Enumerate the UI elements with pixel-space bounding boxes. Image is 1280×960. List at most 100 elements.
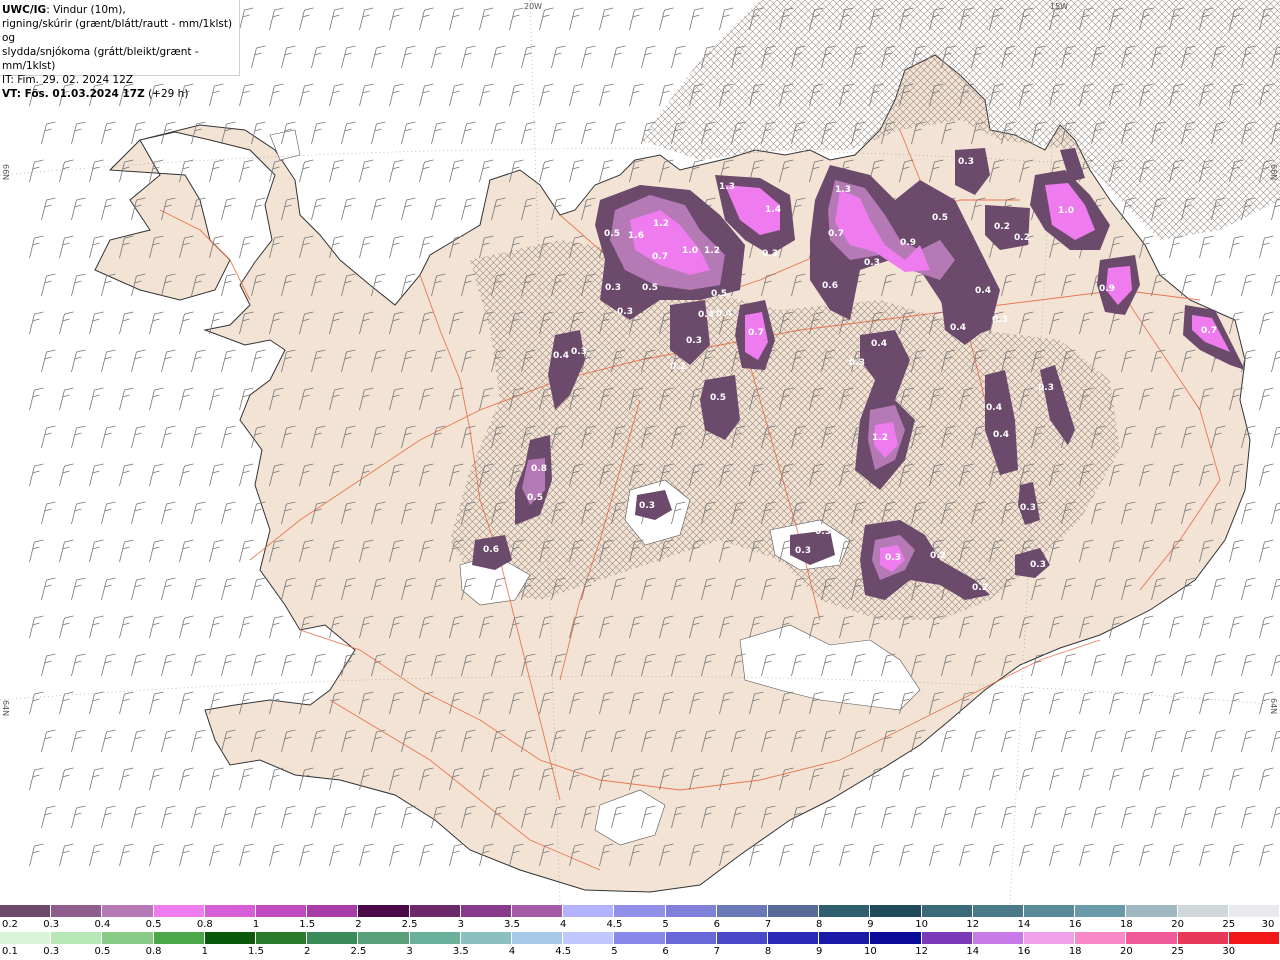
legend-label: 30 bbox=[1222, 946, 1236, 957]
precip-value-label: 0.4 bbox=[698, 310, 714, 320]
legend-swatch bbox=[153, 932, 205, 944]
precip-value-label: 1.6 bbox=[628, 231, 644, 241]
legend-swatch bbox=[665, 932, 717, 944]
legend-label: 1 bbox=[201, 946, 208, 957]
legend-label: 4.5 bbox=[606, 919, 623, 930]
precip-value-label: 0.3 bbox=[864, 258, 880, 268]
legend-label: 12 bbox=[966, 919, 980, 930]
legend-swatch bbox=[409, 905, 461, 917]
legend-label: 7 bbox=[713, 946, 720, 957]
legend-label: 9 bbox=[816, 946, 823, 957]
legend-label: 0.5 bbox=[145, 919, 162, 930]
legend-label: 5 bbox=[662, 919, 669, 930]
legend-swatch bbox=[102, 905, 154, 917]
legend-swatch bbox=[358, 905, 410, 917]
legend-swatch bbox=[51, 905, 103, 917]
legend-swatch bbox=[1126, 905, 1178, 917]
legend-label: 0.2 bbox=[2, 919, 18, 930]
legend-swatch bbox=[0, 932, 52, 944]
precip-value-label: 0.2 bbox=[994, 222, 1010, 232]
precip-value-label: 0.4 bbox=[950, 323, 966, 333]
precip-value-label: 0.4 bbox=[975, 286, 991, 296]
product-code: UWC/IG bbox=[2, 4, 47, 16]
legend-label: 14 bbox=[1017, 919, 1031, 930]
legend-swatch bbox=[102, 932, 154, 944]
legend-label: 9 bbox=[867, 919, 874, 930]
precip-value-label: 0.5 bbox=[642, 283, 658, 293]
legend-swatch bbox=[307, 932, 359, 944]
legend-swatch bbox=[51, 932, 103, 944]
precip-value-label: 0.8 bbox=[531, 464, 547, 474]
legend-swatch bbox=[358, 932, 410, 944]
valid-time: VT: Fös. 01.03.2024 17Z (+29 h) bbox=[2, 88, 189, 100]
legend-swatch bbox=[819, 932, 871, 944]
legend-label: 5 bbox=[611, 946, 618, 957]
legend-swatch bbox=[870, 932, 922, 944]
precip-value-label: 0.3 bbox=[958, 157, 974, 167]
precip-value-label: 0.3 bbox=[1038, 383, 1054, 393]
precip-value-label: 1.2 bbox=[704, 246, 720, 256]
lat-label-right-64n: 64N bbox=[1269, 698, 1278, 715]
legend-label: 6 bbox=[713, 919, 720, 930]
title-line-2: rigning/skúrir (grænt/blátt/rautt - mm/1… bbox=[2, 18, 233, 44]
lat-label-left-66n: 66N bbox=[1, 164, 10, 181]
precip-value-label: 0.4 bbox=[716, 309, 732, 319]
precip-value-label: 0.5 bbox=[710, 393, 726, 403]
legend-label: 8 bbox=[764, 946, 772, 957]
legend-label: 16 bbox=[1017, 946, 1031, 957]
legend-label: 25 bbox=[1222, 919, 1236, 930]
issue-time: IT: Fim. 29. 02. 2024 12Z bbox=[2, 74, 134, 86]
precip-value-label: 0.6 bbox=[483, 545, 499, 555]
precip-value-label: 0.9 bbox=[900, 238, 916, 248]
precip-value-label: 0.5 bbox=[527, 493, 543, 503]
legend-swatch bbox=[256, 932, 308, 944]
legend-label: 8 bbox=[816, 919, 823, 930]
legend-swatch bbox=[768, 932, 820, 944]
precip-value-label: 0.3 bbox=[762, 249, 778, 259]
legend-label: 1.5 bbox=[299, 919, 316, 930]
legend-swatch bbox=[716, 932, 769, 944]
precip-value-label: 0.4 bbox=[986, 403, 1002, 413]
precip-value-label: 0.9 bbox=[1099, 284, 1115, 294]
precip-value-label: 0.2 bbox=[930, 551, 946, 561]
legend-swatch bbox=[614, 905, 666, 917]
precip-value-label: 0.2 bbox=[1014, 233, 1030, 243]
legend-swatch bbox=[1024, 905, 1076, 917]
title-line-3: slydda/snjókoma (grátt/bleikt/grænt - mm… bbox=[2, 46, 199, 72]
legend-label: 3.5 bbox=[452, 946, 469, 957]
sleet-snow-legend bbox=[0, 905, 1280, 918]
legend-swatch bbox=[1177, 905, 1229, 917]
legend-label: 10 bbox=[915, 919, 928, 930]
precip-value-label: 0.3 bbox=[1020, 503, 1036, 513]
precip-value-label: 0.3 bbox=[849, 358, 865, 368]
precip-value-label: 0.3 bbox=[686, 336, 702, 346]
legend-label: 2.5 bbox=[401, 919, 418, 930]
precip-value-label: 0.4 bbox=[993, 430, 1009, 440]
forecast-map: 0.5 1.61.20.71.0 1.20.3 0.50.30.50.4 0.40.30… bbox=[0, 0, 1280, 904]
legend-label: 3.5 bbox=[504, 919, 520, 930]
legend-label: 10 bbox=[864, 946, 877, 957]
legend-swatch bbox=[1177, 932, 1229, 944]
rain-legend bbox=[0, 932, 1280, 945]
legend-swatch bbox=[512, 932, 564, 944]
legend-swatch bbox=[768, 905, 820, 917]
precip-value-label: 0.7 bbox=[652, 252, 668, 262]
precip-value-label: 1.2 bbox=[872, 433, 888, 443]
lon-label-20w: 20W bbox=[524, 2, 543, 11]
legend-swatch bbox=[819, 905, 871, 917]
legend-swatch bbox=[870, 905, 922, 917]
legend-label: 2.5 bbox=[350, 946, 367, 957]
precip-value-label: 0.2 bbox=[670, 362, 686, 372]
legend-label: 0.8 bbox=[196, 919, 213, 930]
precip-value-label: 0.6 bbox=[822, 281, 838, 291]
legend-label: 2 bbox=[355, 919, 362, 930]
legend-label: 6 bbox=[662, 946, 669, 957]
legend-label: 12 bbox=[915, 946, 928, 957]
legend-label: 0.3 bbox=[43, 946, 60, 957]
precip-value-label: 1.0 bbox=[1058, 206, 1074, 216]
legend-label: 0.3 bbox=[43, 919, 60, 930]
legend-swatch bbox=[614, 932, 666, 944]
legend-label: 0.5 bbox=[94, 946, 111, 957]
legend-swatch bbox=[409, 932, 461, 944]
lat-label-right-66n: 66N bbox=[1269, 164, 1278, 181]
